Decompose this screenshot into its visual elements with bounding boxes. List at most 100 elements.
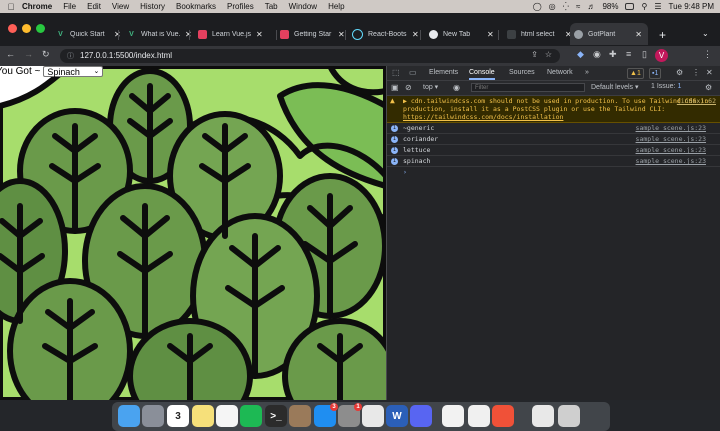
accessibility-icon[interactable]: ◯ <box>533 2 542 11</box>
calendar-icon[interactable]: 3 <box>167 405 189 427</box>
mongodb-icon[interactable] <box>468 405 490 427</box>
close-icon[interactable]: ✕ <box>412 30 419 39</box>
back-icon[interactable]: ← <box>6 49 15 59</box>
menu-tab[interactable]: Tab <box>265 0 278 13</box>
search-icon[interactable]: ⚲ <box>641 2 647 11</box>
tab-sources[interactable]: Sources <box>509 66 535 80</box>
spotify-icon[interactable] <box>240 405 262 427</box>
log-source[interactable]: sample_scene.js:23 <box>636 146 706 154</box>
log-source[interactable]: sample_scene.js:23 <box>636 124 706 132</box>
warning-link[interactable]: https://tailwindcss.com/docs/installatio… <box>403 113 563 121</box>
menu-help[interactable]: Help <box>328 0 344 13</box>
tab-search-icon[interactable]: ⌄ <box>702 29 709 38</box>
close-window-icon[interactable] <box>8 24 17 33</box>
notes-icon[interactable] <box>192 405 214 427</box>
minimize-window-icon[interactable] <box>22 24 31 33</box>
sidebar-toggle-icon[interactable]: ▣ <box>391 83 399 92</box>
tab-console[interactable]: Console <box>469 66 495 80</box>
bookmark-star-icon[interactable]: ☆ <box>545 50 552 59</box>
device-toolbar-icon[interactable]: ▭ <box>409 68 417 77</box>
info-icon[interactable]: ⓘ <box>67 51 74 61</box>
more-options-icon[interactable]: ⋮ <box>692 68 700 77</box>
share-icon[interactable]: ⇪ <box>531 50 538 59</box>
tab-what-is-vue[interactable]: V What is Vue. ✕ <box>123 23 192 45</box>
tab-quick-start[interactable]: V Quick Start ✕ <box>52 23 121 45</box>
close-icon[interactable]: ✕ <box>256 30 263 39</box>
tab-html-select[interactable]: html select ✕ <box>503 23 572 45</box>
tab-react-bootstrap[interactable]: React-Boots ✕ <box>348 23 419 45</box>
rocket-icon[interactable] <box>142 405 164 427</box>
menu-view[interactable]: View <box>112 0 129 13</box>
apple-icon[interactable]:  <box>0 2 22 12</box>
console-prompt[interactable]: › <box>387 167 720 177</box>
log-source[interactable]: sample_scene.js:23 <box>636 157 706 165</box>
close-icon[interactable]: ✕ <box>635 30 642 39</box>
new-tab-icon[interactable]: + <box>659 28 666 42</box>
tab-getting-started[interactable]: Getting Star ✕ <box>276 23 345 45</box>
extensions-puzzle-icon[interactable]: ✚ <box>609 49 617 60</box>
levels-dropdown[interactable]: Default levels ▾ <box>591 83 639 91</box>
console-settings-icon[interactable]: ⚙ <box>705 83 712 92</box>
address-bar[interactable]: ⓘ 127.0.0.1:5500/index.html ⇪ ☆ <box>60 49 560 63</box>
finder-icon[interactable] <box>118 405 140 427</box>
menu-window[interactable]: Window <box>289 0 317 13</box>
more-tabs-icon[interactable]: » <box>585 66 589 80</box>
word-icon[interactable]: W <box>386 405 408 427</box>
log-source[interactable]: sample_scene.js:23 <box>636 135 706 143</box>
warning-count-badge[interactable]: ▲1 <box>627 68 644 79</box>
inspect-icon[interactable]: ⬚ <box>392 68 400 77</box>
tab-new-tab[interactable]: New Tab ✕ <box>425 23 494 45</box>
terminal-icon[interactable]: >_ <box>265 405 287 427</box>
sound-icon[interactable]: ♬ <box>587 2 595 11</box>
profile-avatar[interactable]: V <box>655 49 668 62</box>
tab-learn-vue[interactable]: Learn Vue.js ✕ <box>194 23 263 45</box>
discord-icon[interactable] <box>410 405 432 427</box>
swift-icon[interactable] <box>492 405 514 427</box>
bluetooth-icon[interactable]: ⁛ <box>563 2 569 11</box>
app-store-icon[interactable]: 3 <box>314 403 338 427</box>
settings-gear-icon[interactable]: ⚙ <box>676 68 683 77</box>
close-devtools-icon[interactable]: ✕ <box>706 68 713 77</box>
menu-file[interactable]: File <box>63 0 76 13</box>
tab-elements[interactable]: Elements <box>429 66 458 80</box>
more-menu-icon[interactable]: ⋮ <box>703 49 712 60</box>
url-text[interactable]: 127.0.0.1:5500/index.html <box>80 51 172 60</box>
context-selector[interactable]: top ▾ <box>423 83 438 91</box>
menu-profiles[interactable]: Profiles <box>227 0 254 13</box>
menu-bookmarks[interactable]: Bookmarks <box>176 0 216 13</box>
books-icon[interactable] <box>289 405 311 427</box>
extension-icon[interactable]: ◉ <box>593 49 601 60</box>
media-icon[interactable]: ≡ <box>626 49 631 59</box>
control-center-icon[interactable]: ☰ <box>654 2 661 11</box>
maximize-window-icon[interactable] <box>36 24 45 33</box>
eye-icon[interactable]: ◉ <box>453 83 460 92</box>
forward-icon[interactable]: → <box>24 49 33 59</box>
battery-icon[interactable] <box>625 3 635 10</box>
clock[interactable]: Tue 9:48 PM <box>668 2 714 11</box>
vscode-icon[interactable] <box>442 405 464 427</box>
document-icon[interactable] <box>532 405 554 427</box>
trash-icon[interactable] <box>558 405 580 427</box>
clear-console-icon[interactable]: ⊘ <box>405 83 412 92</box>
extension-icon[interactable]: ◆ <box>577 49 584 60</box>
info-count-badge[interactable]: ▪1 <box>649 68 662 79</box>
plant-select[interactable]: Spinach ⌄ <box>43 66 104 77</box>
side-panel-icon[interactable]: ▯ <box>642 49 647 60</box>
menu-edit[interactable]: Edit <box>87 0 101 13</box>
warning-text[interactable]: ▶ cdn.tailwindcss.com should not be used… <box>403 97 708 113</box>
menu-history[interactable]: History <box>140 0 165 13</box>
reload-icon[interactable]: ↻ <box>42 49 50 60</box>
warning-source[interactable]: (index):62 <box>677 97 716 105</box>
close-icon[interactable]: ✕ <box>487 30 494 39</box>
tab-gotplant[interactable]: GotPlant ✕ <box>570 23 648 45</box>
chrome-icon[interactable] <box>362 405 384 427</box>
close-icon[interactable]: ✕ <box>338 30 345 39</box>
filter-input[interactable]: Filter <box>471 83 585 92</box>
tab-network[interactable]: Network <box>547 66 573 80</box>
wifi-icon[interactable]: ≈ <box>576 2 580 11</box>
gear-icon[interactable]: 1 <box>338 403 362 427</box>
reminders-icon[interactable] <box>216 405 238 427</box>
control-icon[interactable]: ◎ <box>549 2 556 11</box>
issues-button[interactable]: 1 Issue: 1 <box>651 83 681 90</box>
menu-app-name[interactable]: Chrome <box>22 0 52 13</box>
